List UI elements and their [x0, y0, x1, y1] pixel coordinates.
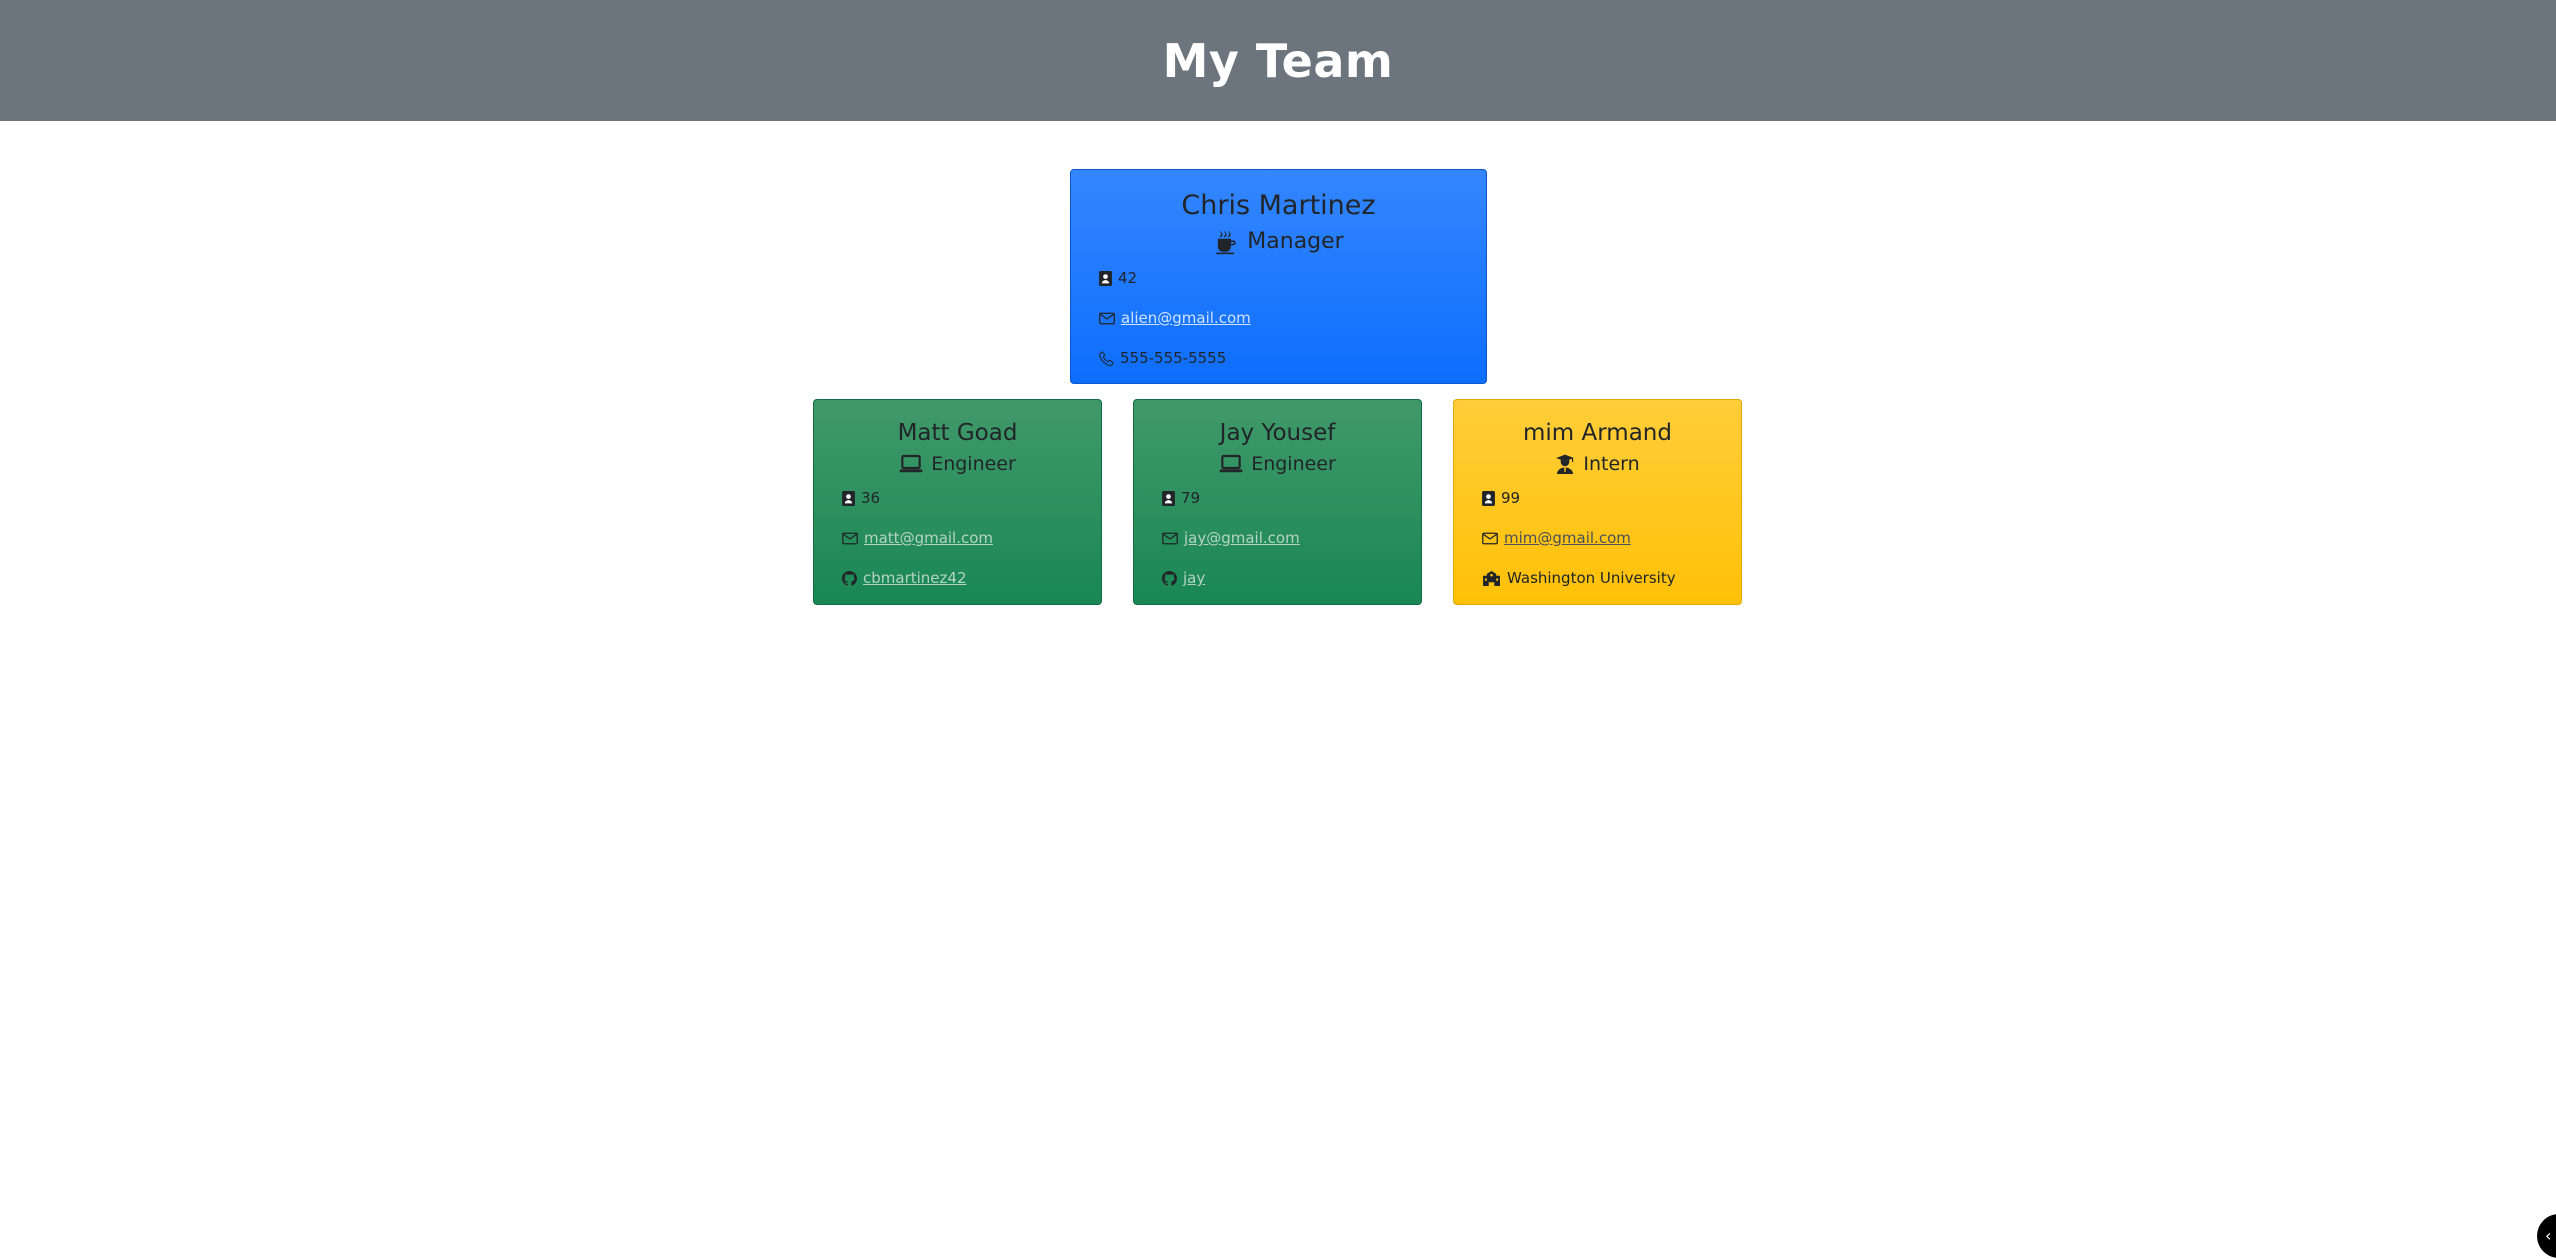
- badge-icon: [1099, 270, 1112, 286]
- floating-action-button[interactable]: ‹: [2537, 1214, 2556, 1258]
- page-header: My Team: [0, 0, 2556, 121]
- school-value: Washington University: [1507, 569, 1676, 587]
- employee-id: 42: [1099, 258, 1458, 298]
- laptop-icon: [1219, 454, 1243, 474]
- github-link[interactable]: jay: [1183, 569, 1205, 587]
- intern-card: mim Armand Intern 99 mim@gmail.com Washi…: [1453, 399, 1742, 605]
- employee-phone: 555-555-5555: [1099, 338, 1458, 378]
- phone-icon: [1099, 350, 1114, 366]
- employee-role: Engineer: [1162, 450, 1393, 478]
- chevron-left-icon: ‹: [2545, 1226, 2552, 1245]
- page-title: My Team: [1162, 33, 1394, 88]
- email-link[interactable]: alien@gmail.com: [1121, 309, 1251, 327]
- phone-value: 555-555-5555: [1120, 349, 1227, 367]
- email-link[interactable]: jay@gmail.com: [1184, 529, 1300, 547]
- email-link[interactable]: matt@gmail.com: [864, 529, 993, 547]
- role-label: Engineer: [1251, 453, 1336, 475]
- employee-name: Chris Martinez: [1181, 190, 1376, 221]
- manager-card: Chris Martinez Manager 42 alien@gmail.co…: [1070, 169, 1487, 384]
- role-label: Manager: [1247, 229, 1344, 254]
- coffee-cup-icon: [1213, 229, 1239, 255]
- employee-id: 36: [842, 478, 1073, 518]
- github-link[interactable]: cbmartinez42: [863, 569, 966, 587]
- envelope-icon: [1099, 312, 1115, 325]
- employee-email: matt@gmail.com: [842, 518, 1073, 558]
- employee-github: jay: [1162, 558, 1393, 598]
- role-label: Intern: [1583, 453, 1640, 475]
- role-label: Engineer: [931, 453, 1016, 475]
- email-link[interactable]: mim@gmail.com: [1504, 529, 1631, 547]
- employee-github: cbmartinez42: [842, 558, 1073, 598]
- badge-icon: [1482, 490, 1495, 506]
- laptop-icon: [899, 454, 923, 474]
- employee-role: Manager: [1099, 226, 1458, 258]
- employee-school: Washington University: [1482, 558, 1713, 598]
- employee-name: Matt Goad: [897, 420, 1018, 446]
- github-icon: [842, 570, 857, 586]
- badge-icon: [1162, 490, 1175, 506]
- employee-role: Intern: [1482, 450, 1713, 478]
- envelope-icon: [1482, 532, 1498, 545]
- employee-role: Engineer: [842, 450, 1073, 478]
- employee-id-value: 36: [861, 489, 881, 507]
- engineer-card: Matt Goad Engineer 36 matt@gmail.com cbm…: [813, 399, 1102, 605]
- envelope-icon: [1162, 532, 1178, 545]
- employee-id-value: 42: [1118, 269, 1138, 287]
- employee-name: mim Armand: [1523, 420, 1672, 446]
- employee-id-value: 79: [1181, 489, 1201, 507]
- employee-email: alien@gmail.com: [1099, 298, 1458, 338]
- school-building-icon: [1482, 570, 1501, 586]
- github-icon: [1162, 570, 1177, 586]
- employee-id-value: 99: [1501, 489, 1521, 507]
- employee-id: 99: [1482, 478, 1713, 518]
- badge-icon: [842, 490, 855, 506]
- employee-email: mim@gmail.com: [1482, 518, 1713, 558]
- employee-name: Jay Yousef: [1219, 420, 1336, 446]
- student-icon: [1555, 454, 1575, 474]
- employee-id: 79: [1162, 478, 1393, 518]
- employee-email: jay@gmail.com: [1162, 518, 1393, 558]
- engineer-card: Jay Yousef Engineer 79 jay@gmail.com jay: [1133, 399, 1422, 605]
- envelope-icon: [842, 532, 858, 545]
